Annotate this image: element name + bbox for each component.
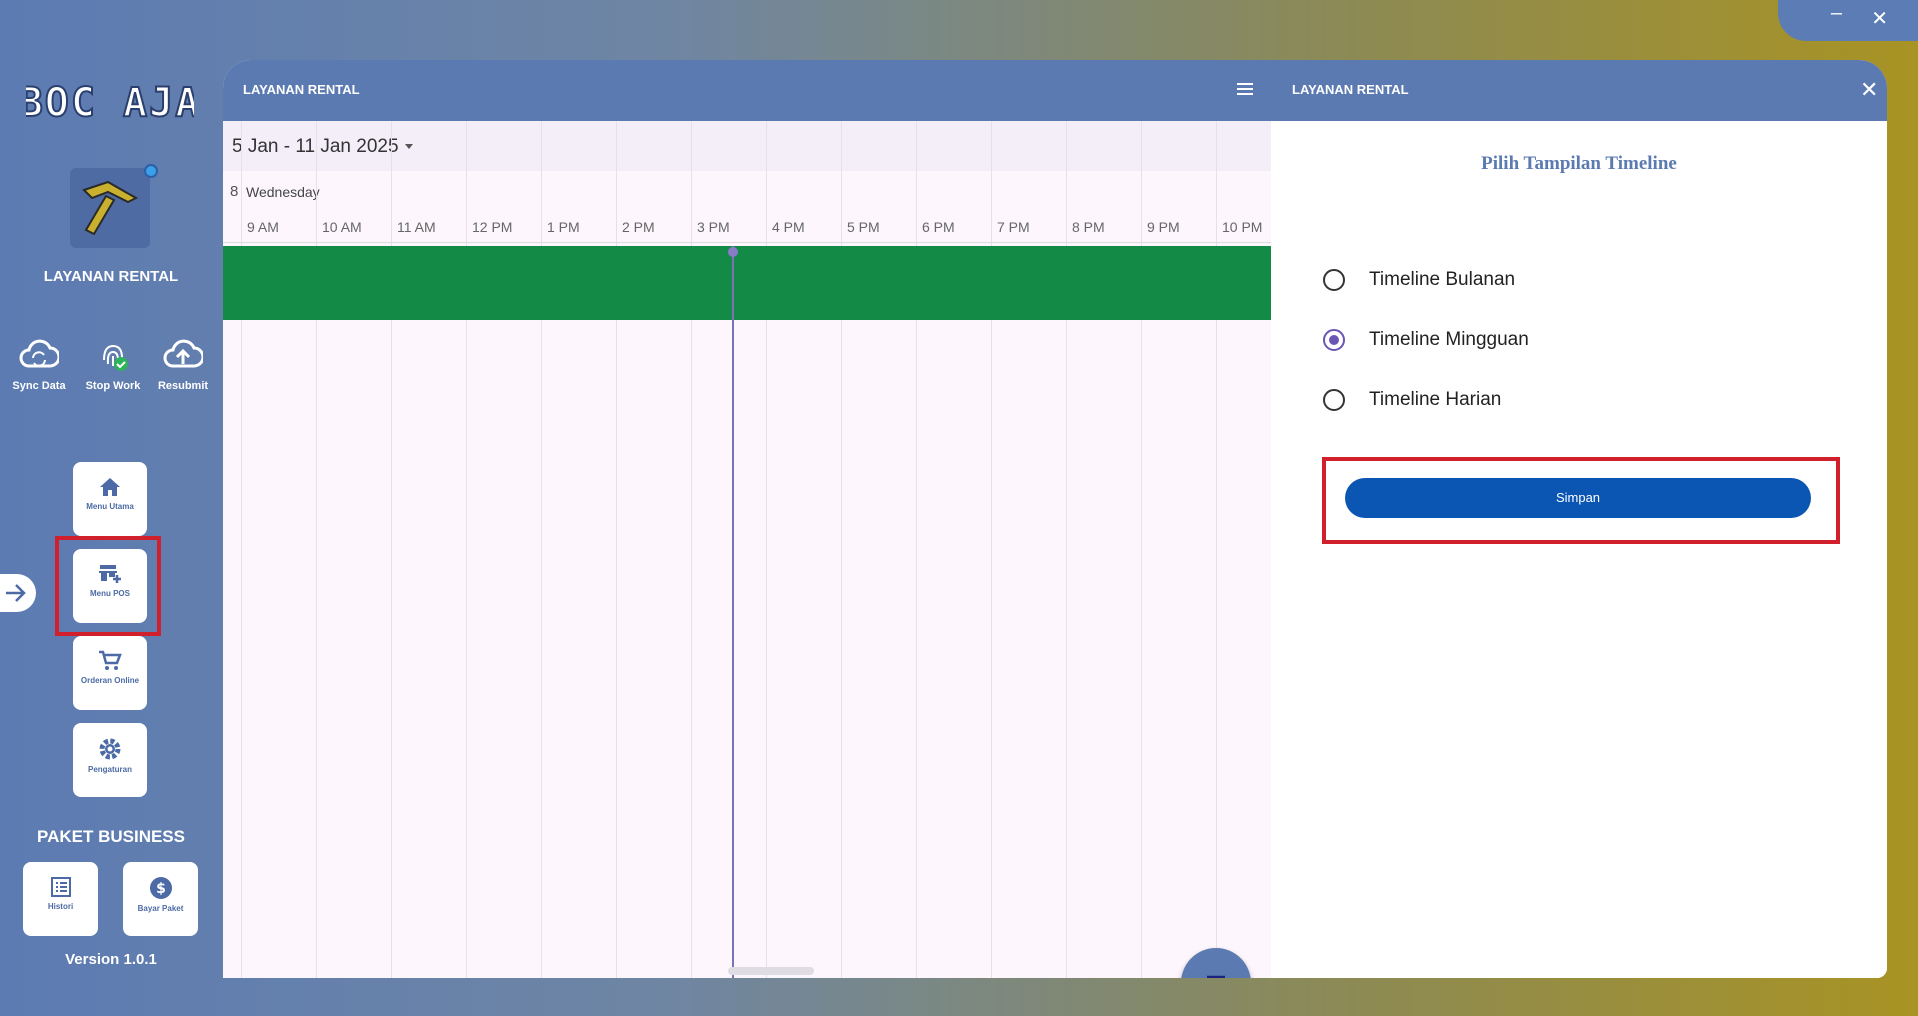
svg-text:$: $: [156, 881, 166, 897]
bayar-paket-label: Bayar Paket: [137, 904, 184, 913]
version-label: Version 1.0.1: [65, 951, 157, 968]
cloud-upload-icon: [163, 339, 203, 368]
hour-label: 10 AM: [322, 219, 362, 235]
date-range-selector[interactable]: 5 Jan - 11 Jan 2025: [232, 136, 413, 158]
main-header: LAYANAN RENTAL LAYANAN RENTAL ✕: [223, 60, 1887, 121]
caret-down-icon: [404, 144, 413, 150]
timeline-view: 5 Jan - 11 Jan 2025 8 Wednesday 9 AM 10 A…: [223, 121, 1271, 978]
minimize-button[interactable]: –: [1831, 2, 1842, 25]
highlight-menu-pos: [55, 536, 161, 636]
dollar-icon: $: [149, 877, 172, 899]
stop-work-button[interactable]: Stop Work: [78, 338, 148, 392]
close-panel-button[interactable]: ✕: [1860, 77, 1878, 103]
sync-data-button[interactable]: Sync Data: [4, 338, 74, 392]
arrow-right-icon: [6, 584, 26, 602]
histori-label: Histori: [47, 902, 74, 911]
current-time-line: [732, 246, 734, 978]
app-title: LAYANAN RENTAL: [43, 268, 179, 285]
cart-icon: [99, 650, 122, 670]
brand-logo: BOC AJA: [26, 79, 194, 127]
day-number: 8: [230, 183, 239, 200]
hour-label: 4 PM: [772, 219, 805, 235]
sync-data-label: Sync Data: [12, 380, 66, 392]
window-controls: – ✕: [1778, 0, 1918, 41]
timeline-event-bar[interactable]: [223, 246, 1271, 320]
svg-text:BOC AJA: BOC AJA: [26, 80, 194, 126]
app-icon: [70, 164, 158, 248]
histori-button[interactable]: Histori: [23, 862, 98, 936]
radio-mingguan[interactable]: [1323, 329, 1345, 351]
menu-icon[interactable]: [1235, 80, 1255, 98]
radio-harian[interactable]: [1323, 389, 1345, 411]
stop-work-label: Stop Work: [85, 380, 141, 392]
hour-label: 9 PM: [1147, 219, 1180, 235]
hour-label: 2 PM: [622, 219, 655, 235]
hour-label: 1 PM: [547, 219, 580, 235]
date-range-bar: 5 Jan - 11 Jan 2025: [223, 121, 1271, 171]
status-dot: [144, 164, 158, 178]
menu-icon: [1207, 975, 1225, 978]
gear-icon: [99, 738, 121, 760]
option-label: Timeline Harian: [1369, 389, 1502, 410]
hour-label: 8 PM: [1072, 219, 1105, 235]
option-label: Timeline Bulanan: [1369, 269, 1516, 290]
resubmit-button[interactable]: Resubmit: [148, 338, 218, 392]
home-icon: [100, 478, 120, 496]
main-window: LAYANAN RENTAL LAYANAN RENTAL ✕ 5 Jan - …: [223, 60, 1887, 978]
hour-label: 7 PM: [997, 219, 1030, 235]
panel-title: Pilih Tampilan Timeline: [1481, 153, 1677, 174]
orderan-online-label: Orderan Online: [80, 676, 140, 685]
day-header: 8 Wednesday: [223, 171, 1271, 211]
hour-label: 3 PM: [697, 219, 730, 235]
day-name: Wednesday: [246, 184, 320, 200]
cloud-sync-icon: [19, 339, 59, 368]
hour-label: 10 PM: [1222, 219, 1263, 235]
fab-menu-button[interactable]: [1181, 948, 1251, 978]
resubmit-label: Resubmit: [157, 380, 209, 392]
window-close-button[interactable]: ✕: [1871, 6, 1888, 31]
hour-label: 9 AM: [247, 219, 279, 235]
hour-axis: 9 AM 10 AM 11 AM 12 PM 1 PM 2 PM 3 PM 4 PM 5 PM 6…: [223, 211, 1271, 243]
option-label: Timeline Mingguan: [1369, 329, 1529, 350]
paket-title: PAKET BUSINESS: [37, 827, 185, 846]
horizontal-scrollbar[interactable]: [728, 967, 814, 975]
fingerprint-check-icon: [103, 344, 128, 371]
radio-bulanan[interactable]: [1323, 269, 1345, 291]
header-title-left: LAYANAN RENTAL: [243, 82, 360, 97]
current-time-dot: [728, 247, 738, 257]
list-icon: [50, 877, 71, 897]
menu-utama-button[interactable]: Menu Utama: [73, 462, 147, 536]
hour-label: 12 PM: [472, 219, 513, 235]
timeline-options-panel: Pilih Tampilan Timeline Timeline Bulanan…: [1271, 121, 1887, 978]
hour-label: 5 PM: [847, 219, 880, 235]
menu-utama-label: Menu Utama: [86, 502, 134, 511]
hour-label: 6 PM: [922, 219, 955, 235]
pengaturan-button[interactable]: Pengaturan: [73, 723, 147, 797]
pengaturan-label: Pengaturan: [87, 765, 132, 774]
sidebar: BOC AJA LAYANAN RENTAL Sync Data Stop Wo…: [0, 0, 222, 1016]
save-button[interactable]: Simpan: [1345, 478, 1811, 518]
bayar-paket-button[interactable]: $ Bayar Paket: [123, 862, 198, 936]
hour-label: 11 AM: [397, 219, 436, 235]
header-title-right: LAYANAN RENTAL: [1292, 82, 1409, 97]
orderan-online-button[interactable]: Orderan Online: [73, 636, 147, 710]
